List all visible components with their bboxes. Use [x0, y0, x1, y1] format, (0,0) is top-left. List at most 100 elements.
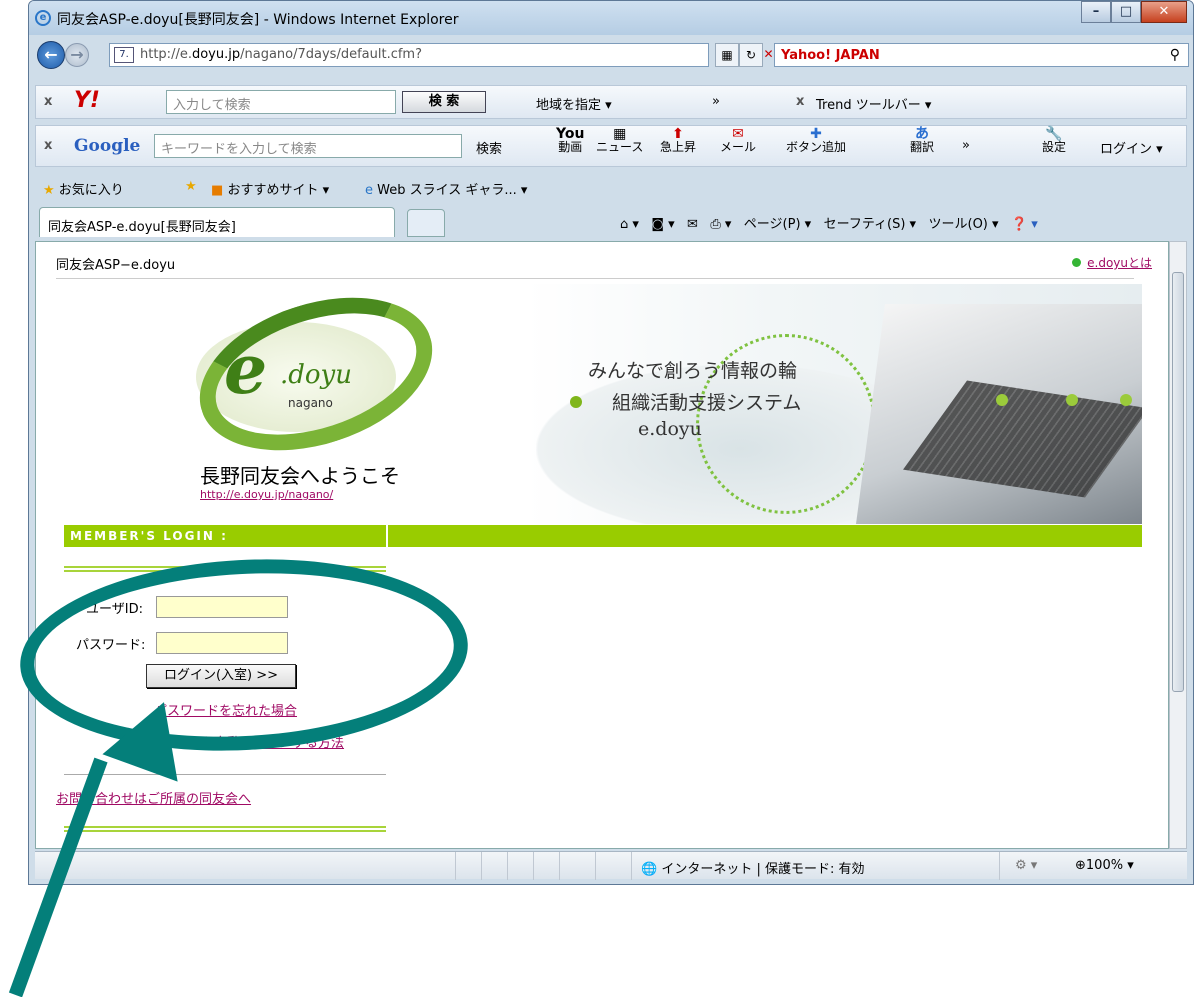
hero-dot-icon	[996, 394, 1008, 406]
mail-button[interactable]: ✉ メール	[720, 127, 756, 154]
region-button[interactable]: 地域を指定 ▾	[536, 94, 612, 113]
hero-line-1: みんなで創ろう情報の輪	[588, 360, 798, 382]
address-bar[interactable]: 7. http://e.doyu.jp/nagano/7days/default…	[109, 43, 709, 67]
yahoo-search-input[interactable]: 入力して検索	[166, 90, 396, 114]
print-icon[interactable]: ⎙ ▾	[710, 217, 731, 232]
ie-icon: e	[365, 183, 373, 198]
yahoo-search-button[interactable]: 検 索	[402, 91, 486, 113]
page-menu[interactable]: ページ(P) ▾	[744, 217, 811, 232]
address-row: ← → 7. http://e.doyu.jp/nagano/7days/def…	[29, 39, 1193, 73]
login-header-label: MEMBER'S LOGIN :	[64, 525, 388, 547]
welcome-heading: 長野同友会へようこそ	[200, 464, 400, 488]
favorites-button[interactable]: ★ お気に入り	[43, 179, 124, 198]
trending-button[interactable]: ⬆ 急上昇	[660, 127, 696, 154]
google-search-input[interactable]: キーワードを入力して検索	[154, 134, 462, 158]
tab-strip: 同友会ASP-e.doyu[長野同友会] ⌂ ▾ ◙ ▾ ✉ ⎙ ▾ ページ(P…	[35, 205, 1187, 239]
star-icon: ★	[43, 183, 55, 198]
web-slice-gallery-button[interactable]: e Web スライス ギャラ... ▾	[365, 179, 527, 198]
hero-dot-icon	[1066, 394, 1078, 406]
welcome-url-link[interactable]: http://e.doyu.jp/nagano/	[200, 488, 333, 501]
google-search-button[interactable]: 検索	[476, 138, 502, 157]
feeds-icon[interactable]: ◙ ▾	[651, 217, 674, 232]
add-button-button[interactable]: ✚ ボタン追加	[786, 127, 846, 154]
maximize-button[interactable]: □	[1111, 1, 1141, 23]
status-cell	[507, 852, 508, 880]
stop-icon[interactable]: ✕	[763, 43, 774, 67]
zoom-icon: ⊕	[1075, 858, 1086, 873]
logo-e: e	[224, 330, 268, 410]
compatibility-icon[interactable]: ▦	[715, 43, 739, 67]
status-cell	[631, 852, 632, 880]
mail-icon[interactable]: ✉	[687, 217, 698, 232]
google-login-button[interactable]: ログイン ▾	[1100, 138, 1163, 157]
status-cell	[481, 852, 482, 880]
hero-dot-icon	[1120, 394, 1132, 406]
tab-active[interactable]: 同友会ASP-e.doyu[長野同友会]	[39, 207, 395, 237]
forward-button[interactable]: →	[65, 43, 89, 67]
google-logo-icon: Google	[74, 136, 141, 156]
translate-button[interactable]: あ翻訳	[910, 127, 934, 154]
green-dot-icon	[1072, 258, 1082, 267]
help-icon[interactable]: ❓ ▾	[1011, 217, 1038, 232]
divider	[56, 278, 1134, 279]
tools-menu[interactable]: ツール(O) ▾	[929, 217, 999, 232]
favorites-bar: ★ お気に入り ★ ■ おすすめサイト ▾ e Web スライス ギャラ... …	[35, 173, 1187, 203]
hero-bullet-icon	[570, 396, 582, 408]
ie-icon: e	[35, 10, 51, 26]
login-header-bar: MEMBER'S LOGIN :	[64, 525, 1142, 547]
google-toolbar: x Google キーワードを入力して検索 検索 You 動画 ▦ ニュース ⬆ 急上…	[35, 125, 1187, 167]
yahoo-logo-icon: Y!	[74, 88, 100, 113]
yahoo-search-provider: Yahoo! JAPAN	[781, 48, 880, 63]
home-icon[interactable]: ⌂ ▾	[620, 217, 639, 232]
protected-mode-icon[interactable]: ⚙ ▾	[1015, 858, 1037, 873]
logo-subtitle: nagano	[288, 396, 333, 410]
close-trend-icon[interactable]: x	[796, 94, 804, 109]
refresh-icon[interactable]: ↻	[739, 43, 763, 67]
hero-banner: みんなで創ろう情報の輪 組織活動支援システム e.doyu	[526, 284, 1142, 524]
search-icon[interactable]: ⚲	[1170, 47, 1180, 63]
more-chevron[interactable]: »	[712, 94, 720, 109]
close-toolbar-icon[interactable]: x	[44, 94, 52, 109]
browser-window: e 同友会ASP-e.doyu[長野同友会] - Windows Interne…	[28, 0, 1194, 885]
title-bar: e 同友会ASP-e.doyu[長野同友会] - Windows Interne…	[29, 1, 1193, 35]
web-page: 同友会ASP−e.doyu e.doyuとは e .doyu nagano 長野…	[35, 241, 1169, 849]
double-divider	[64, 826, 386, 832]
page-icon: 7.	[114, 47, 134, 63]
zoom-control[interactable]: ⊕100% ▾	[1075, 858, 1134, 873]
command-bar: ⌂ ▾ ◙ ▾ ✉ ⎙ ▾ ページ(P) ▾ セーフティ(S) ▾ ツール(O)…	[620, 213, 1038, 232]
divider	[64, 774, 386, 775]
new-tab-button[interactable]	[407, 209, 445, 237]
back-button[interactable]: ←	[37, 41, 65, 69]
globe-icon: 🌐	[641, 862, 658, 877]
recommended-sites-button[interactable]: ■ おすすめサイト ▾	[211, 179, 329, 198]
close-button[interactable]: ✕	[1141, 1, 1187, 23]
news-button[interactable]: ▦ ニュース	[596, 127, 643, 154]
security-zone[interactable]: 🌐 インターネット | 保護モード: 有効	[641, 858, 865, 877]
laptop-image	[856, 304, 1142, 524]
vertical-scrollbar[interactable]	[1169, 241, 1187, 849]
about-link[interactable]: e.doyuとは	[1072, 254, 1152, 271]
status-cell	[559, 852, 560, 880]
scrollbar-thumb[interactable]	[1172, 272, 1184, 692]
more-chevron[interactable]: »	[962, 138, 970, 153]
search-box[interactable]: Yahoo! JAPAN ⚲	[774, 43, 1189, 67]
hero-line-3: e.doyu	[638, 418, 702, 440]
yahoo-toolbar: x Y! 入力して検索 検 索 地域を指定 ▾ » x Trend ツールバー …	[35, 85, 1187, 119]
status-cell	[533, 852, 534, 880]
add-favorite-icon[interactable]: ★	[185, 179, 197, 194]
close-toolbar-icon[interactable]: x	[44, 138, 52, 153]
screenshot: { "window": {"title": "同友会ASP-e.doyu[長野同…	[0, 0, 1194, 997]
hero-line-2: 組織活動支援システム	[612, 392, 802, 414]
site-name: 同友会ASP−e.doyu	[56, 258, 176, 273]
window-title: 同友会ASP-e.doyu[長野同友会] - Windows Internet …	[57, 12, 459, 28]
settings-button[interactable]: 🔧 設定	[1042, 127, 1066, 154]
status-cell	[999, 852, 1000, 880]
recommended-icon: ■	[211, 183, 224, 198]
minimize-button[interactable]: –	[1081, 1, 1111, 23]
trend-toolbar-button[interactable]: Trend ツールバー ▾	[816, 94, 931, 113]
video-button[interactable]: You 動画	[556, 127, 584, 154]
logo-doyu: .doyu	[280, 360, 352, 390]
status-bar: 🌐 インターネット | 保護モード: 有効 ⚙ ▾ ⊕100% ▾	[35, 851, 1187, 880]
status-cell	[595, 852, 596, 880]
safety-menu[interactable]: セーフティ(S) ▾	[824, 217, 917, 232]
